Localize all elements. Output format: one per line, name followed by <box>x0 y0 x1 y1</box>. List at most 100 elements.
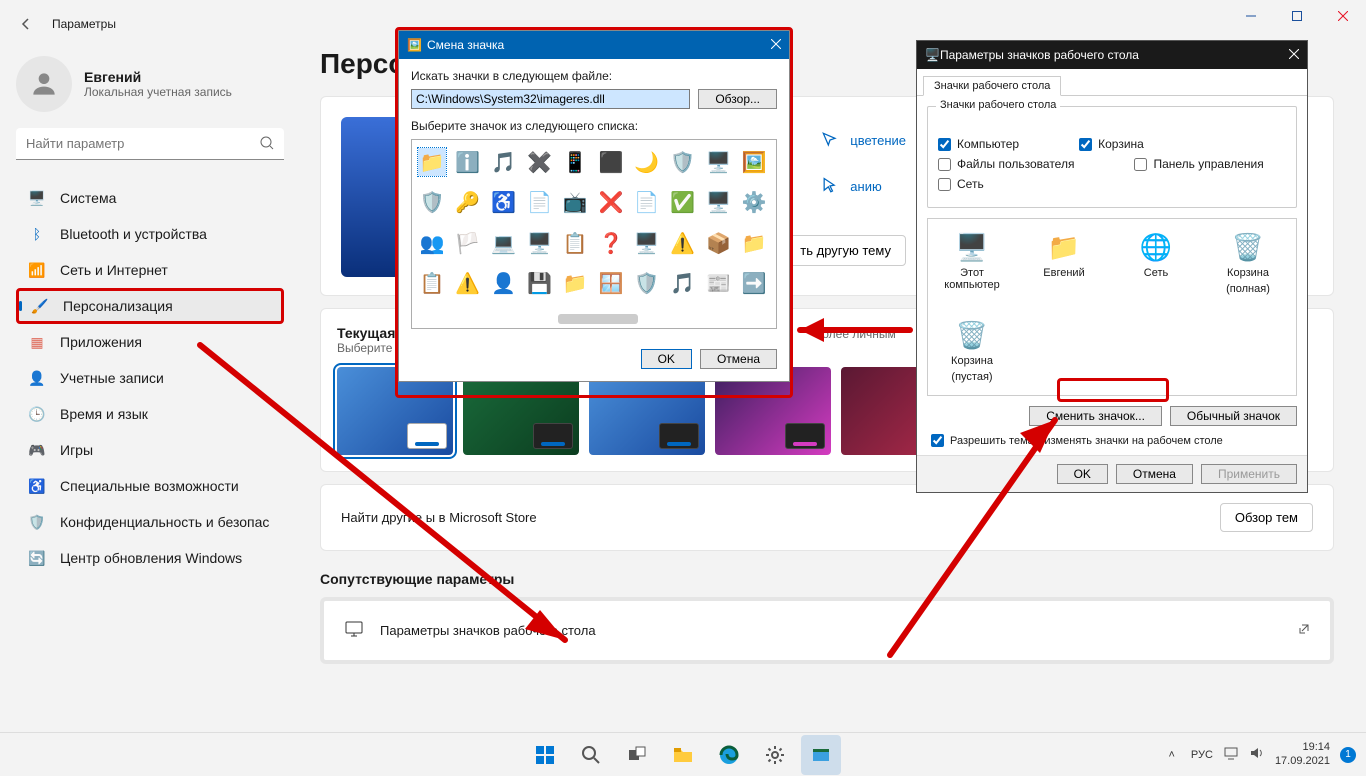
change-dialog-close[interactable] <box>771 38 781 52</box>
desk-cancel-button[interactable]: Отмена <box>1116 464 1193 484</box>
preview-icon[interactable]: 🖥️Этот компьютер <box>938 231 1006 295</box>
taskview-icon[interactable] <box>617 735 657 775</box>
icon-option[interactable]: 🖥️ <box>704 189 732 217</box>
icon-option[interactable]: ❓ <box>597 229 625 257</box>
app-icon[interactable] <box>801 735 841 775</box>
icon-grid[interactable]: 📁ℹ️🎵✖️📱⬛🌙🛡️🖥️🖼️🛡️🔑♿📄📺❌📄✅🖥️⚙️👥🏳️💻🖥️📋❓🖥️⚠️… <box>411 139 777 329</box>
desk-apply-button[interactable]: Применить <box>1201 464 1297 484</box>
tray-clock[interactable]: 19:14 17.09.2021 <box>1275 741 1330 767</box>
icon-option[interactable]: 🎵 <box>490 148 518 176</box>
nav-shield[interactable]: 🛡️Конфиденциальность и безопас <box>16 504 284 540</box>
window-minimize[interactable] <box>1228 0 1274 32</box>
chk-userfiles[interactable]: Файлы пользователя <box>938 157 1074 171</box>
start-button[interactable] <box>525 735 565 775</box>
icon-option[interactable]: 👥 <box>418 229 446 257</box>
icon-option[interactable]: ♿ <box>490 189 518 217</box>
icon-grid-scrollbar[interactable] <box>558 314 638 324</box>
chk-network[interactable]: Сеть <box>938 177 984 191</box>
tray-notification-icon[interactable]: 1 <box>1340 747 1356 763</box>
icon-option[interactable]: 🏳️ <box>454 229 482 257</box>
nav-person[interactable]: 👤Учетные записи <box>16 360 284 396</box>
preview-icon[interactable]: 🌐Сеть <box>1122 231 1190 295</box>
restore-icon-button[interactable]: Обычный значок <box>1170 406 1297 426</box>
icon-option[interactable]: 💻 <box>490 229 518 257</box>
icon-option[interactable]: 📁 <box>740 229 768 257</box>
icon-option[interactable]: 🖥️ <box>633 229 661 257</box>
allow-themes-checkbox[interactable] <box>931 434 944 447</box>
icon-option[interactable]: 💾 <box>525 270 553 298</box>
icon-option[interactable]: 🛡️ <box>633 270 661 298</box>
back-button[interactable] <box>16 14 36 34</box>
taskbar-search[interactable] <box>571 735 611 775</box>
tray-lang[interactable]: РУС <box>1191 749 1213 761</box>
search-box[interactable] <box>16 128 284 160</box>
nav-access[interactable]: ♿Специальные возможности <box>16 468 284 504</box>
icon-option[interactable]: ℹ️ <box>454 148 482 176</box>
icon-option[interactable]: 🌙 <box>633 148 661 176</box>
desk-ok-button[interactable]: OK <box>1057 464 1108 484</box>
preview-icons[interactable]: 🖥️Этот компьютер 📁Евгений 🌐Сеть 🗑️Корзина(п… <box>927 218 1297 396</box>
desktop-icon-settings-row[interactable]: Параметры значков рабочего стола <box>320 597 1334 664</box>
edge-icon[interactable] <box>709 735 749 775</box>
icon-option[interactable]: ⚠️ <box>454 270 482 298</box>
icon-option[interactable]: ⬛ <box>597 148 625 176</box>
icon-option[interactable]: 📄 <box>525 189 553 217</box>
chk-computer[interactable]: Компьютер <box>938 137 1019 151</box>
user-block[interactable]: Евгений Локальная учетная запись <box>16 56 284 112</box>
change-ok-button[interactable]: OK <box>641 349 692 369</box>
browse-themes-button[interactable]: Обзор тем <box>1220 503 1313 532</box>
icon-option[interactable]: 🖥️ <box>525 229 553 257</box>
window-maximize[interactable] <box>1274 0 1320 32</box>
icon-option[interactable]: ❌ <box>597 189 625 217</box>
tray-volume-icon[interactable] <box>1249 745 1265 764</box>
nav-apps[interactable]: ▦Приложения <box>16 324 284 360</box>
icon-option[interactable]: 👤 <box>490 270 518 298</box>
search-input[interactable] <box>16 128 284 160</box>
preview-icon[interactable]: 🗑️Корзина(полная) <box>1214 231 1282 295</box>
chk-recycle[interactable]: Корзина <box>1079 137 1144 151</box>
nav-wifi[interactable]: 📶Сеть и Интернет <box>16 252 284 288</box>
nav-game[interactable]: 🎮Игры <box>16 432 284 468</box>
apply-theme-button[interactable]: ть другую тему <box>785 235 906 266</box>
icon-option[interactable]: 🛡️ <box>418 189 446 217</box>
tray-chevron-icon[interactable]: ˄ <box>1168 749 1174 761</box>
browse-button[interactable]: Обзор... <box>698 89 777 109</box>
change-icon-button[interactable]: Сменить значок... <box>1029 406 1162 426</box>
icon-path-input[interactable] <box>411 89 690 109</box>
tray-network-icon[interactable] <box>1223 745 1239 764</box>
icon-option[interactable]: ➡️ <box>740 270 768 298</box>
settings-icon[interactable] <box>755 735 795 775</box>
preview-icon[interactable]: 🗑️Корзина(пустая) <box>938 319 1006 383</box>
nav-display[interactable]: 🖥️Система <box>16 180 284 216</box>
icon-option[interactable]: 🔑 <box>454 189 482 217</box>
icon-option[interactable]: 🪟 <box>597 270 625 298</box>
icon-option[interactable]: 📄 <box>633 189 661 217</box>
icon-option[interactable]: 📋 <box>561 229 589 257</box>
icon-option[interactable]: ✖️ <box>525 148 553 176</box>
icon-option[interactable]: 🎵 <box>669 270 697 298</box>
preview-icon[interactable]: 📁Евгений <box>1030 231 1098 295</box>
icon-option[interactable]: 🛡️ <box>669 148 697 176</box>
nav-clock[interactable]: 🕒Время и язык <box>16 396 284 432</box>
icon-option[interactable]: 📁 <box>418 148 446 176</box>
window-close[interactable] <box>1320 0 1366 32</box>
nav-bluetooth[interactable]: ᛒBluetooth и устройства <box>16 216 284 252</box>
chk-cpanel[interactable]: Панель управления <box>1134 157 1263 171</box>
icon-option[interactable]: 📱 <box>561 148 589 176</box>
explorer-icon[interactable] <box>663 735 703 775</box>
desk-tab[interactable]: Значки рабочего стола <box>923 76 1061 96</box>
icon-option[interactable]: 🖼️ <box>740 148 768 176</box>
change-cancel-button[interactable]: Отмена <box>700 349 777 369</box>
icon-option[interactable]: 🖥️ <box>704 148 732 176</box>
icon-option[interactable]: 📰 <box>704 270 732 298</box>
icon-option[interactable]: ✅ <box>669 189 697 217</box>
icon-option[interactable]: ⚠️ <box>669 229 697 257</box>
nav-update[interactable]: 🔄Центр обновления Windows <box>16 540 284 576</box>
icon-option[interactable]: ⚙️ <box>740 189 768 217</box>
icon-option[interactable]: 📁 <box>561 270 589 298</box>
icon-option[interactable]: 📋 <box>418 270 446 298</box>
icon-option[interactable]: 📦 <box>704 229 732 257</box>
desk-dialog-close[interactable] <box>1289 48 1299 62</box>
icon-option[interactable]: 📺 <box>561 189 589 217</box>
nav-brush[interactable]: 🖌️Персонализация <box>16 288 284 324</box>
